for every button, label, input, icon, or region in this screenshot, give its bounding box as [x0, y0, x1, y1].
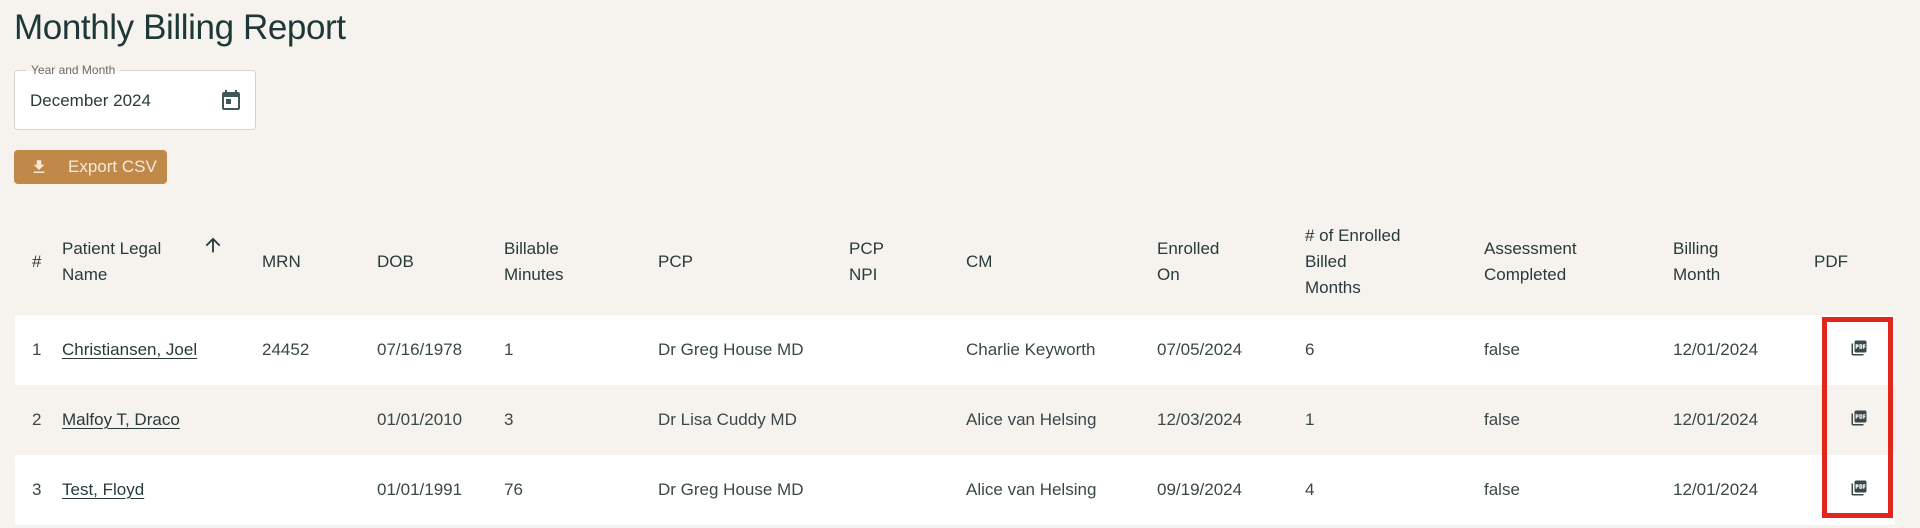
pdf-icon[interactable]: [1850, 339, 1868, 357]
export-csv-button[interactable]: Export CSV: [14, 150, 167, 184]
cell-pcp: Dr Lisa Cuddy MD: [658, 385, 849, 455]
cell-enrolled-on: 07/05/2024: [1157, 315, 1305, 385]
col-header-enrolled-on[interactable]: Enrolled On: [1157, 208, 1305, 315]
cell-billing-month: 12/01/2024: [1673, 455, 1814, 525]
billing-table: # Patient Legal Name MRN DOB Billable Minu…: [15, 208, 1895, 525]
pdf-icon[interactable]: [1850, 479, 1868, 497]
billing-report-page: Monthly Billing Report Year and Month De…: [0, 0, 1920, 528]
page-title: Monthly Billing Report: [14, 8, 346, 47]
col-header-mrn[interactable]: MRN: [262, 208, 377, 315]
cell-num: 1: [15, 315, 62, 385]
cell-mrn: 24452: [262, 315, 377, 385]
cell-pdf: [1814, 385, 1895, 455]
cell-mrn: [262, 455, 377, 525]
cell-cm: Charlie Keyworth: [966, 315, 1157, 385]
cell-billing-month: 12/01/2024: [1673, 385, 1814, 455]
col-header-cm[interactable]: CM: [966, 208, 1157, 315]
patient-name-link[interactable]: Christiansen, Joel: [62, 340, 197, 359]
col-header-num[interactable]: #: [15, 208, 62, 315]
cell-enrolled-months: 1: [1305, 385, 1484, 455]
cell-enrolled-on: 09/19/2024: [1157, 455, 1305, 525]
cell-pcp-npi: [849, 385, 966, 455]
col-header-dob[interactable]: DOB: [377, 208, 504, 315]
cell-cm: Alice van Helsing: [966, 455, 1157, 525]
cell-pdf: [1814, 315, 1895, 385]
cell-assessment: false: [1484, 315, 1673, 385]
download-icon: [33, 160, 45, 173]
cell-minutes: 76: [504, 455, 658, 525]
table-row: 3 Test, Floyd 01/01/1991 76 Dr Greg House MD…: [15, 455, 1895, 525]
year-month-label: Year and Month: [26, 62, 121, 78]
cell-enrolled-on: 12/03/2024: [1157, 385, 1305, 455]
patient-name-link[interactable]: Malfoy T, Draco: [62, 410, 180, 429]
cell-dob: 01/01/1991: [377, 455, 504, 525]
pdf-icon[interactable]: [1850, 409, 1868, 427]
cell-minutes: 1: [504, 315, 658, 385]
cell-pcp: Dr Greg House MD: [658, 315, 849, 385]
col-header-pcp-npi[interactable]: PCP NPI: [849, 208, 966, 315]
cell-dob: 07/16/1978: [377, 315, 504, 385]
year-month-value[interactable]: December 2024: [30, 91, 151, 111]
cell-enrolled-months: 6: [1305, 315, 1484, 385]
calendar-icon[interactable]: [219, 88, 243, 112]
table-header-row: # Patient Legal Name MRN DOB Billable Minu…: [15, 208, 1895, 315]
table-row: 1 Christiansen, Joel 24452 07/16/1978 1 Dr Gr…: [15, 315, 1895, 385]
col-header-billable-minutes[interactable]: Billable Minutes: [504, 208, 658, 315]
patient-name-link[interactable]: Test, Floyd: [62, 480, 144, 499]
cell-num: 2: [15, 385, 62, 455]
cell-pcp-npi: [849, 455, 966, 525]
table-row: 2 Malfoy T, Draco 01/01/2010 3 Dr Lisa Cuddy…: [15, 385, 1895, 455]
col-header-enrolled-months[interactable]: # of Enrolled Billed Months: [1305, 208, 1484, 315]
cell-assessment: false: [1484, 455, 1673, 525]
cell-name: Christiansen, Joel: [62, 315, 262, 385]
sort-ascending-icon[interactable]: [202, 234, 224, 256]
cell-minutes: 3: [504, 385, 658, 455]
cell-billing-month: 12/01/2024: [1673, 315, 1814, 385]
cell-pdf: [1814, 455, 1895, 525]
col-header-pdf: PDF: [1814, 251, 1848, 271]
cell-cm: Alice van Helsing: [966, 385, 1157, 455]
cell-pcp-npi: [849, 315, 966, 385]
cell-pcp: Dr Greg House MD: [658, 455, 849, 525]
cell-enrolled-months: 4: [1305, 455, 1484, 525]
cell-mrn: [262, 385, 377, 455]
col-header-assessment-completed[interactable]: Assessment Completed: [1484, 208, 1673, 315]
cell-assessment: false: [1484, 385, 1673, 455]
cell-name: Test, Floyd: [62, 455, 262, 525]
col-header-pcp[interactable]: PCP: [658, 208, 849, 315]
cell-dob: 01/01/2010: [377, 385, 504, 455]
col-header-billing-month[interactable]: Billing Month: [1673, 208, 1814, 315]
year-month-picker[interactable]: Year and Month December 2024: [14, 62, 256, 130]
export-csv-label: Export CSV: [68, 157, 157, 176]
col-header-patient-name[interactable]: Patient Legal Name: [62, 208, 262, 315]
cell-num: 3: [15, 455, 62, 525]
cell-name: Malfoy T, Draco: [62, 385, 262, 455]
